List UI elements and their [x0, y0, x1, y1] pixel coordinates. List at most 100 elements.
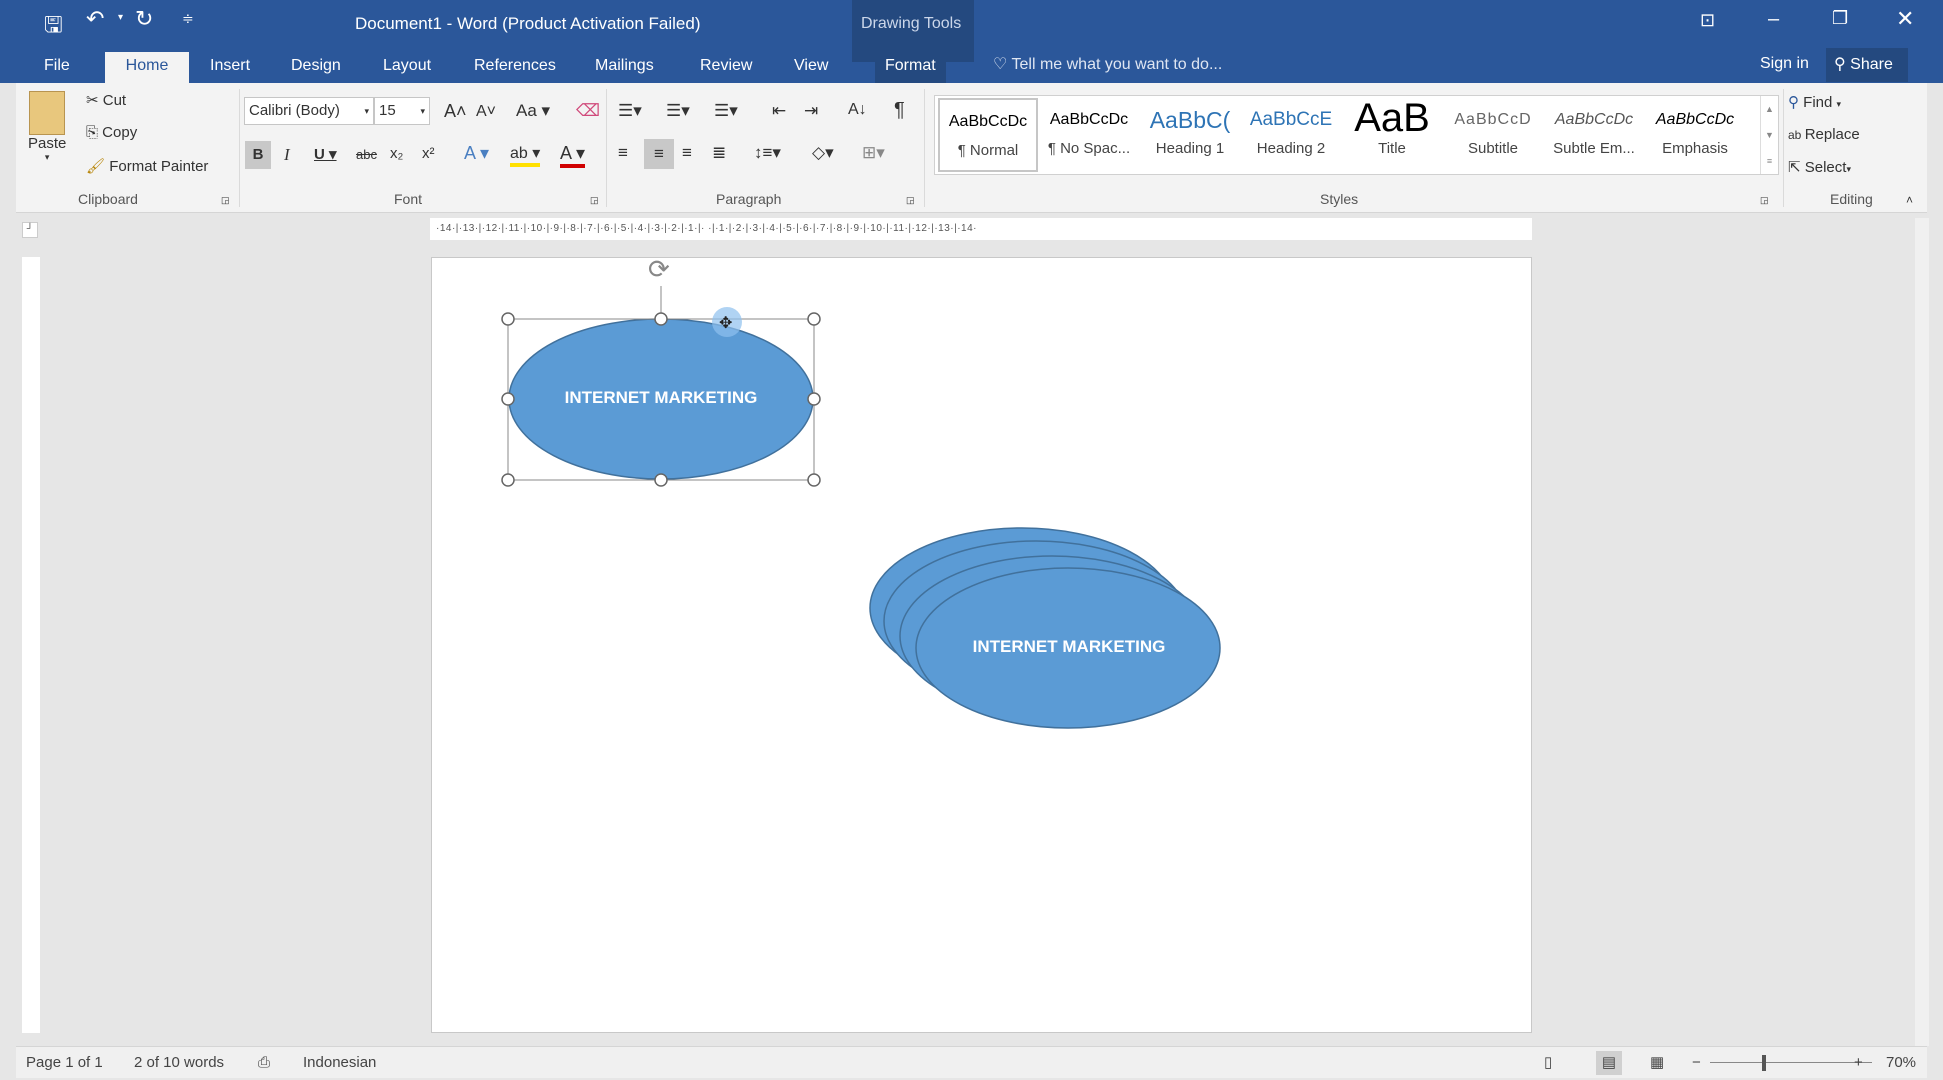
tell-me-box[interactable]: ♡ Tell me what you want to do... — [993, 54, 1222, 74]
styles-scroll[interactable]: ▲ ▼ ≡ — [1760, 96, 1778, 174]
highlight-icon[interactable]: ab ▾ — [510, 143, 541, 167]
select-button[interactable]: ⇱ Select▾ — [1788, 158, 1851, 176]
restore-icon[interactable]: ❐ — [1832, 8, 1848, 29]
style-subtitle[interactable]: AaBbCcD Subtitle — [1443, 98, 1543, 172]
show-marks-icon[interactable]: ¶ — [894, 99, 905, 122]
tab-insert[interactable]: Insert — [200, 52, 260, 83]
format-painter-button[interactable]: 🖌 Format Painter — [86, 157, 208, 175]
text-effects-icon[interactable]: A ▾ — [464, 143, 489, 164]
find-button[interactable]: ⚲ Find ▾ — [1788, 93, 1841, 111]
word-count[interactable]: 2 of 10 words — [134, 1047, 224, 1079]
tab-review[interactable]: Review — [690, 52, 762, 83]
scroll-up-icon[interactable]: ▲ — [1761, 96, 1778, 122]
print-layout-icon[interactable]: ▤ — [1596, 1051, 1622, 1075]
superscript-icon[interactable]: x² — [422, 145, 435, 162]
language[interactable]: Indonesian — [303, 1047, 376, 1079]
clipboard-launcher-icon[interactable]: ◲ — [221, 195, 230, 206]
vertical-ruler[interactable] — [22, 257, 40, 1033]
shape1-text[interactable]: INTERNET MARKETING — [508, 388, 814, 408]
collapse-ribbon-icon[interactable]: ˄ — [1906, 193, 1913, 207]
align-center-icon[interactable]: ≡ — [644, 139, 674, 169]
tab-references[interactable]: References — [464, 52, 566, 83]
style-subtle-emphasis[interactable]: AaBbCcDc Subtle Em... — [1544, 98, 1644, 172]
rotate-handle-icon[interactable]: ⟳ — [648, 258, 670, 284]
divider — [606, 89, 607, 207]
close-icon[interactable]: ✕ — [1896, 6, 1914, 32]
zoom-percent[interactable]: 70% — [1886, 1047, 1916, 1079]
borders-icon[interactable]: ⊞▾ — [862, 143, 885, 163]
tab-design[interactable]: Design — [281, 52, 351, 83]
font-launcher-icon[interactable]: ◲ — [590, 195, 599, 206]
zoom-out-icon[interactable]: − — [1692, 1047, 1701, 1079]
tab-view[interactable]: View — [784, 52, 838, 83]
line-spacing-icon[interactable]: ↕≡▾ — [754, 143, 781, 163]
style-name: Heading 1 — [1155, 140, 1225, 157]
clear-formatting-icon[interactable]: ⌫ — [576, 101, 600, 121]
undo-dropdown-icon[interactable]: ▾ — [118, 12, 123, 23]
zoom-slider-thumb[interactable] — [1762, 1055, 1766, 1071]
justify-icon[interactable]: ≣ — [712, 143, 726, 163]
paragraph-launcher-icon[interactable]: ◲ — [906, 195, 915, 206]
bold-icon[interactable]: B — [245, 141, 271, 169]
vertical-scrollbar[interactable] — [1915, 218, 1929, 1046]
font-size-box[interactable]: 15 ▾ — [374, 97, 430, 125]
tab-mailings[interactable]: Mailings — [585, 52, 664, 83]
zoom-in-icon[interactable]: + — [1854, 1047, 1863, 1079]
font-color-icon[interactable]: A ▾ — [560, 143, 586, 168]
shape2-text[interactable]: INTERNET MARKETING — [916, 637, 1222, 657]
replace-button[interactable]: ab Replace — [1788, 126, 1860, 143]
font-name-box[interactable]: Calibri (Body) ▾ — [244, 97, 374, 125]
sign-in-link[interactable]: Sign in — [1760, 55, 1809, 73]
save-icon[interactable]: 🖫 — [44, 8, 63, 46]
underline-icon[interactable]: U ▾ — [314, 145, 337, 163]
tab-selector[interactable]: ┘ — [22, 222, 38, 238]
tab-file[interactable]: File — [34, 52, 80, 83]
web-layout-icon[interactable]: ▦ — [1650, 1047, 1664, 1079]
customize-qat-icon[interactable]: ≑ — [182, 10, 194, 27]
paste-button[interactable]: Paste ▾ — [28, 91, 66, 163]
minimize-icon[interactable]: – — [1768, 8, 1779, 31]
horizontal-ruler[interactable]: ·14·|·13·|·12·|·11·|·10·|·9·|·8·|·7·|·6·… — [430, 218, 1532, 240]
read-mode-icon[interactable]: ▯ — [1544, 1047, 1552, 1079]
shading-icon[interactable]: ◇▾ — [812, 143, 834, 163]
style-heading-1[interactable]: AaBbC(Heading 1 — [1140, 98, 1240, 172]
numbering-icon[interactable]: ☰▾ — [666, 101, 690, 121]
strikethrough-icon[interactable]: abc — [356, 147, 377, 162]
align-left-icon[interactable]: ≡ — [618, 143, 628, 163]
grow-font-icon[interactable]: A˄ — [444, 101, 467, 122]
proofing-icon[interactable]: ⎙ — [258, 1047, 270, 1079]
decrease-indent-icon[interactable]: ⇤ — [772, 101, 786, 121]
more-styles-icon[interactable]: ≡ — [1761, 148, 1778, 174]
shape-stacked-ellipses[interactable] — [869, 527, 1221, 729]
style-heading-2[interactable]: AaBbCcE Heading 2 — [1241, 98, 1341, 172]
redo-icon[interactable]: ↻ — [135, 6, 153, 32]
style-title[interactable]: AaB Title — [1342, 98, 1442, 172]
align-right-icon[interactable]: ≡ — [682, 143, 692, 163]
share-button[interactable]: ⚲ Share — [1826, 48, 1908, 82]
page-count[interactable]: Page 1 of 1 — [26, 1047, 103, 1079]
document-page[interactable]: ⟳ ✥ INTERNET MARKETING INTERNET MARKETIN… — [431, 257, 1532, 1033]
cut-button[interactable]: ✂ Cut — [86, 91, 126, 109]
styles-launcher-icon[interactable]: ◲ — [1760, 195, 1769, 206]
copy-button[interactable]: ⎘ Copy — [86, 124, 137, 141]
bullets-icon[interactable]: ☰▾ — [618, 101, 642, 121]
style-no-spacing[interactable]: AaBbCcDc ¶ No Spac... — [1039, 98, 1139, 172]
style-normal[interactable]: AaBbCcDc ¶ Normal — [938, 98, 1038, 172]
tab-home[interactable]: Home — [105, 52, 189, 83]
sort-icon[interactable]: A↓ — [848, 101, 867, 119]
tab-layout[interactable]: Layout — [373, 52, 441, 83]
shrink-font-icon[interactable]: A˅ — [476, 103, 496, 121]
undo-icon[interactable]: ↶ — [86, 6, 104, 32]
font-size-value: 15 — [379, 102, 396, 119]
italic-icon[interactable]: I — [284, 145, 290, 165]
multilevel-list-icon[interactable]: ☰▾ — [714, 101, 738, 121]
replace-icon: ab — [1788, 128, 1805, 142]
scroll-down-icon[interactable]: ▼ — [1761, 122, 1778, 148]
style-emphasis[interactable]: AaBbCcDc Emphasis — [1645, 98, 1745, 172]
tab-format[interactable]: Format — [875, 52, 946, 83]
ribbon-display-icon[interactable]: ⊡ — [1700, 10, 1715, 31]
change-case-button[interactable]: Aa ▾ — [516, 101, 550, 121]
increase-indent-icon[interactable]: ⇥ — [804, 101, 818, 121]
zoom-slider[interactable] — [1710, 1062, 1872, 1063]
subscript-icon[interactable]: x₂ — [390, 145, 403, 162]
